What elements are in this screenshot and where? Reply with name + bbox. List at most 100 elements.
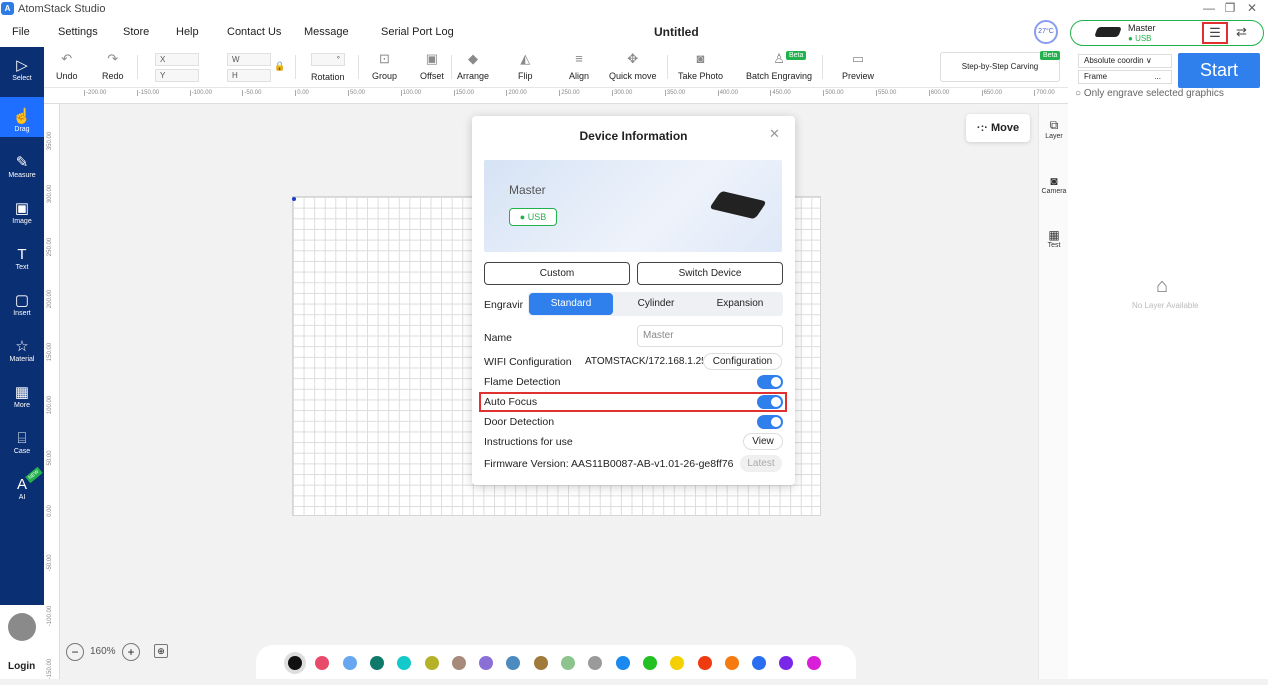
tool-more[interactable]: ▦ More <box>0 383 44 409</box>
switch-device-button[interactable]: Switch Device <box>637 262 783 285</box>
color-swatch[interactable] <box>451 656 466 670</box>
tool-case[interactable]: ⌸ Case <box>0 429 44 455</box>
custom-button[interactable]: Custom <box>484 262 630 285</box>
device-settings-icon[interactable]: ☰ <box>1202 22 1228 44</box>
color-swatch[interactable] <box>697 656 712 670</box>
menu-message[interactable]: Message <box>304 26 349 38</box>
menu-settings[interactable]: Settings <box>58 26 98 38</box>
quick-move-button[interactable]: ✥ Quick move <box>609 50 657 81</box>
color-swatch[interactable] <box>506 656 521 670</box>
ruler-tick-label: 200.00 <box>47 290 53 309</box>
horizontal-ruler: -200.00 -150.00 -100.00 -50.00 0.00 50.00 100.… <box>44 88 1068 104</box>
color-swatch[interactable] <box>479 656 494 670</box>
color-swatch[interactable] <box>369 656 384 670</box>
text-icon: T <box>17 246 27 263</box>
coordinate-select[interactable]: Absolute coordin ∨ <box>1078 54 1172 68</box>
rotation-input[interactable]: ° <box>311 53 345 66</box>
arrange-icon: ◆ <box>468 51 479 66</box>
color-swatch[interactable] <box>315 656 330 670</box>
color-swatch[interactable] <box>670 656 685 670</box>
fit-screen-icon[interactable]: ⊕ <box>154 644 168 658</box>
start-button[interactable]: Start <box>1178 53 1260 88</box>
mode-cylinder[interactable]: Cylinder <box>614 293 698 315</box>
ruler-tick-label: -150.00 <box>136 90 160 96</box>
tool-text[interactable]: T Text <box>0 245 44 271</box>
device-name: Master <box>1128 23 1156 33</box>
zoom-out-button[interactable]: − <box>66 643 84 661</box>
tool-select[interactable]: ▷ Select <box>0 56 44 82</box>
tool-ai[interactable]: A AI <box>0 475 44 501</box>
menu-store[interactable]: Store <box>123 26 149 38</box>
color-swatch[interactable] <box>752 656 767 670</box>
color-swatch[interactable] <box>642 656 657 670</box>
door-toggle[interactable] <box>757 415 783 429</box>
ruler-tick-label: 400.00 <box>717 90 738 96</box>
minimize-icon[interactable]: — <box>1199 1 1219 15</box>
color-swatch[interactable] <box>397 656 412 670</box>
tool-measure[interactable]: ✎ Measure <box>0 153 44 179</box>
height-input[interactable]: H <box>227 69 271 82</box>
view-button[interactable]: View <box>743 433 783 450</box>
align-button[interactable]: ≡ Align <box>569 50 589 81</box>
color-swatch[interactable] <box>342 656 357 670</box>
color-swatch[interactable] <box>806 656 821 670</box>
latest-button[interactable]: Latest <box>740 455 782 472</box>
color-swatch[interactable] <box>588 656 603 670</box>
lock-icon[interactable]: 🔒 <box>274 61 285 72</box>
undo-button[interactable]: ↶ Undo <box>56 50 78 81</box>
zoom-in-button[interactable]: + <box>122 643 140 661</box>
tool-image[interactable]: ▣ Image <box>0 199 44 225</box>
flame-toggle[interactable] <box>757 375 783 389</box>
color-swatch[interactable] <box>424 656 439 670</box>
width-input[interactable]: W <box>227 53 271 66</box>
color-swatch[interactable] <box>779 656 794 670</box>
empty-inbox-icon: ⌂ <box>1156 275 1169 297</box>
wifi-label: WIFI Configuration <box>484 356 572 368</box>
layer-tab[interactable]: ⧉ Layer <box>1039 118 1069 140</box>
close-window-icon[interactable]: ✕ <box>1242 1 1262 15</box>
tool-material[interactable]: ☆ Material <box>0 337 44 363</box>
menu-file[interactable]: File <box>12 26 30 38</box>
menu-contact[interactable]: Contact Us <box>227 26 281 38</box>
x-input[interactable]: X <box>155 53 199 66</box>
restore-icon[interactable]: ❐ <box>1220 1 1240 15</box>
separator <box>358 55 359 79</box>
flip-button[interactable]: ◭ Flip <box>518 50 533 81</box>
ruler-tick-label: 150.00 <box>453 90 474 96</box>
name-label: Name <box>484 332 513 344</box>
camera-tab[interactable]: ◙ Camera <box>1039 174 1069 195</box>
test-tab[interactable]: ▦ Test <box>1039 228 1069 249</box>
login-link[interactable]: Login <box>8 661 35 672</box>
mode-expansion[interactable]: Expansion <box>698 293 782 315</box>
color-swatch[interactable] <box>724 656 739 670</box>
layers-icon: ⧉ <box>1049 118 1059 132</box>
menu-help[interactable]: Help <box>176 26 199 38</box>
preview-button[interactable]: ▭ Preview <box>842 50 874 81</box>
take-photo-button[interactable]: ◙ Take Photo <box>678 50 723 81</box>
separator <box>822 55 823 79</box>
color-swatch[interactable] <box>288 656 302 670</box>
move-button[interactable]: ·:· Move <box>966 114 1030 142</box>
dialog-close-icon[interactable]: ✕ <box>769 126 780 142</box>
only-selected-checkbox[interactable]: ○ Only engrave selected graphics <box>1075 88 1224 99</box>
offset-button[interactable]: ▣ Offset <box>420 50 444 81</box>
arrange-button[interactable]: ◆ Arrange <box>457 50 489 81</box>
redo-button[interactable]: ↷ Redo <box>102 50 124 81</box>
tool-insert[interactable]: ▢ Insert <box>0 291 44 317</box>
switch-arrows-icon[interactable]: ⇄ <box>1236 24 1247 40</box>
configuration-button[interactable]: Configuration <box>703 353 782 370</box>
y-input[interactable]: Y <box>155 69 199 82</box>
tool-drag[interactable]: ☝ Drag <box>0 107 44 133</box>
avatar[interactable] <box>8 613 36 641</box>
group-button[interactable]: ⊡ Group <box>372 50 397 81</box>
color-swatch[interactable] <box>533 656 548 670</box>
menu-serial-log[interactable]: Serial Port Log <box>381 26 454 38</box>
color-swatch[interactable] <box>561 656 575 670</box>
redo-icon: ↷ <box>107 51 119 66</box>
origin-point <box>292 197 296 201</box>
mode-standard[interactable]: Standard <box>529 293 613 315</box>
name-input[interactable]: Master <box>637 325 783 347</box>
autofocus-toggle[interactable] <box>757 395 783 409</box>
color-swatch[interactable] <box>615 656 630 670</box>
frame-select[interactable]: Frame... <box>1078 70 1172 84</box>
